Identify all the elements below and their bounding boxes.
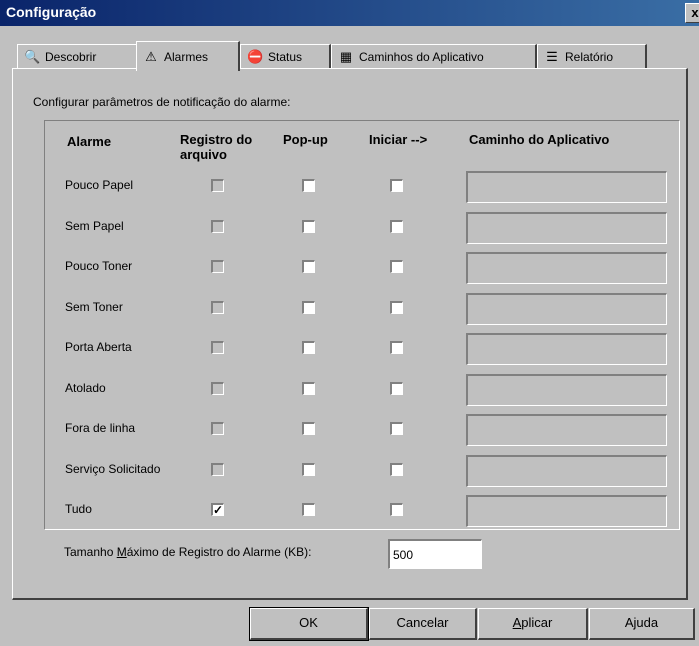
start-checkbox[interactable] (390, 260, 403, 273)
start-checkbox[interactable] (390, 422, 403, 435)
tab-caminhos[interactable]: ▦ Caminhos do Aplicativo (331, 44, 537, 69)
app-path-field[interactable] (466, 212, 667, 244)
tab-relatorio-label: Relatório (565, 50, 614, 64)
section-caption: Configurar parâmetros de notificação do … (33, 95, 291, 109)
popup-checkbox[interactable] (302, 382, 315, 395)
tab-alarmes[interactable]: ⚠ Alarmes (136, 41, 240, 71)
app-path-field[interactable] (466, 374, 667, 406)
tab-descobrir-label: Descobrir (45, 50, 97, 64)
header-registro-line1: Registro do (180, 132, 253, 147)
alarm-row-label: Tudo (65, 502, 92, 516)
start-checkbox[interactable] (390, 341, 403, 354)
log-checkbox[interactable]: ✓ (211, 503, 224, 516)
apply-button-rest: plicar (521, 615, 553, 630)
header-caminho: Caminho do Aplicativo (469, 132, 610, 147)
tab-alarmes-label: Alarmes (164, 49, 209, 64)
app-path-field[interactable] (466, 455, 667, 487)
popup-checkbox[interactable] (302, 301, 315, 314)
start-checkbox[interactable] (390, 503, 403, 516)
app-path-field[interactable] (466, 171, 667, 203)
close-button[interactable]: x (685, 3, 699, 23)
max-log-label: Tamanho Máximo de Registro do Alarme (KB… (64, 545, 311, 559)
tab-status[interactable]: ⛔ Status (240, 44, 331, 69)
popup-checkbox[interactable] (302, 260, 315, 273)
cancel-button[interactable]: Cancelar (369, 608, 477, 640)
start-checkbox[interactable] (390, 220, 403, 233)
popup-checkbox[interactable] (302, 220, 315, 233)
tab-descobrir[interactable]: 🔍 Descobrir (17, 44, 138, 69)
log-checkbox[interactable] (211, 382, 224, 395)
max-log-label-post: áximo de Registro do Alarme (KB): (126, 545, 312, 559)
header-alarme: Alarme (67, 134, 112, 149)
header-popup: Pop-up (283, 132, 328, 147)
popup-checkbox[interactable] (302, 422, 315, 435)
help-button[interactable]: Ajuda (589, 608, 695, 640)
alarm-row-label: Porta Aberta (65, 340, 132, 354)
header-iniciar: Iniciar --> (369, 132, 428, 147)
app-path-field[interactable] (466, 495, 667, 527)
alarm-row-label: Sem Papel (65, 219, 124, 233)
status-icon: ⛔ (247, 49, 264, 64)
tab-status-label: Status (268, 50, 303, 64)
max-log-size-input[interactable] (388, 539, 482, 569)
tab-caminhos-label: Caminhos do Aplicativo (359, 50, 484, 64)
start-checkbox[interactable] (390, 382, 403, 395)
start-checkbox[interactable] (390, 463, 403, 476)
log-checkbox[interactable] (211, 260, 224, 273)
popup-checkbox[interactable] (302, 463, 315, 476)
alarm-row-label: Fora de linha (65, 421, 136, 435)
popup-checkbox[interactable] (302, 179, 315, 192)
header-registro: Registro do arquivo (180, 132, 252, 162)
alarm-row-label: Serviço Solicitado (65, 462, 161, 476)
app-path-field[interactable] (466, 252, 667, 284)
app-path-icon: ▦ (339, 49, 353, 64)
app-path-field[interactable] (466, 293, 667, 325)
popup-checkbox[interactable] (302, 503, 315, 516)
log-checkbox[interactable] (211, 220, 224, 233)
tab-relatorio[interactable]: ☰ Relatório (537, 44, 647, 69)
alarm-row-label: Sem Toner (65, 300, 123, 314)
log-checkbox[interactable] (211, 422, 224, 435)
apply-button-accel: A (512, 615, 522, 630)
start-checkbox[interactable] (390, 301, 403, 314)
max-log-label-pre: Tamanho (64, 545, 117, 559)
discover-icon: 🔍 (24, 49, 41, 64)
alarm-row-label: Pouco Papel (65, 178, 134, 192)
header-registro-line2: arquivo (180, 147, 227, 162)
app-path-field[interactable] (466, 333, 667, 365)
log-checkbox[interactable] (211, 179, 224, 192)
report-icon: ☰ (546, 49, 558, 64)
window-title: Configuração (6, 4, 97, 20)
title-bar: Configuração x (0, 0, 699, 26)
apply-button[interactable]: Aplicar (478, 608, 588, 640)
alarm-row-label: Atolado (65, 381, 106, 395)
log-checkbox[interactable] (211, 301, 224, 314)
max-log-label-accel: M (116, 545, 127, 559)
start-checkbox[interactable] (390, 179, 403, 192)
ok-button[interactable]: OK (249, 607, 369, 641)
log-checkbox[interactable] (211, 463, 224, 476)
warning-icon: ⚠ (145, 48, 157, 64)
app-path-field[interactable] (466, 414, 667, 446)
log-checkbox[interactable] (211, 341, 224, 354)
alarm-row-label: Pouco Toner (65, 259, 133, 273)
popup-checkbox[interactable] (302, 341, 315, 354)
